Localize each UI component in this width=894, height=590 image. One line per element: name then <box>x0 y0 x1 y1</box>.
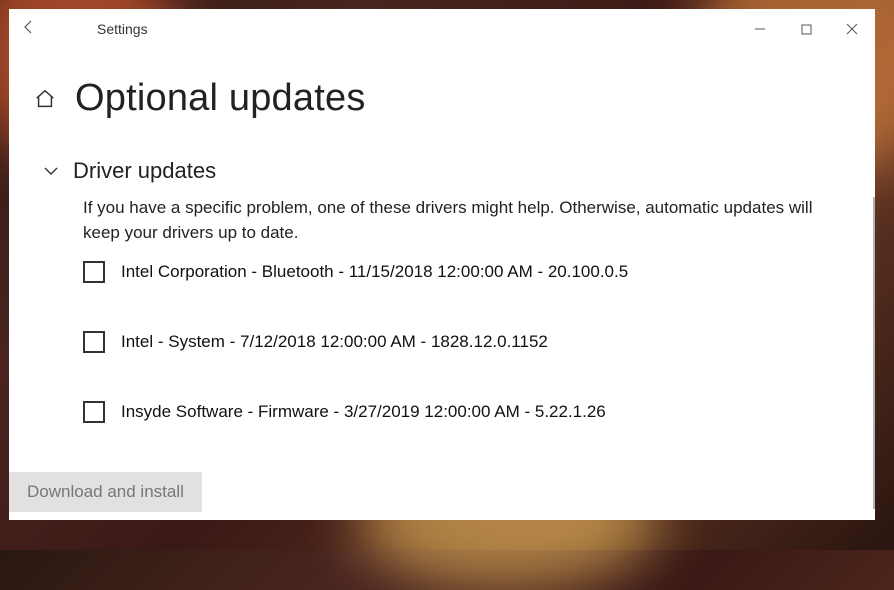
list-item: Insyde Software - Firmware - 3/27/2019 1… <box>83 401 851 423</box>
list-item: Intel Corporation - Bluetooth - 11/15/20… <box>83 261 851 283</box>
driver-checkbox[interactable] <box>83 401 105 423</box>
section-header[interactable]: Driver updates <box>39 158 851 184</box>
page-title: Optional updates <box>75 77 366 120</box>
driver-checkbox[interactable] <box>83 261 105 283</box>
section-description: If you have a specific problem, one of t… <box>83 196 851 245</box>
scrollbar-thumb[interactable] <box>873 197 875 509</box>
chevron-down-icon <box>39 159 63 183</box>
titlebar: Settings <box>9 9 875 49</box>
settings-window: Settings Optional updates Driver updates <box>9 9 875 520</box>
driver-label: Intel - System - 7/12/2018 12:00:00 AM -… <box>121 332 548 352</box>
home-icon[interactable] <box>33 87 57 111</box>
section-title: Driver updates <box>73 158 216 184</box>
driver-label: Insyde Software - Firmware - 3/27/2019 1… <box>121 402 606 422</box>
page-header: Optional updates <box>33 77 851 120</box>
list-item: Intel - System - 7/12/2018 12:00:00 AM -… <box>83 331 851 353</box>
window-title: Settings <box>97 21 148 37</box>
driver-list: Intel Corporation - Bluetooth - 11/15/20… <box>83 261 851 423</box>
driver-checkbox[interactable] <box>83 331 105 353</box>
back-button[interactable] <box>9 9 49 49</box>
minimize-button[interactable] <box>737 9 783 49</box>
download-install-button[interactable]: Download and install <box>9 472 202 512</box>
driver-label: Intel Corporation - Bluetooth - 11/15/20… <box>121 262 628 282</box>
window-controls <box>737 9 875 49</box>
content-area: Optional updates Driver updates If you h… <box>9 49 875 520</box>
maximize-button[interactable] <box>783 9 829 49</box>
back-icon <box>21 19 37 40</box>
close-button[interactable] <box>829 9 875 49</box>
